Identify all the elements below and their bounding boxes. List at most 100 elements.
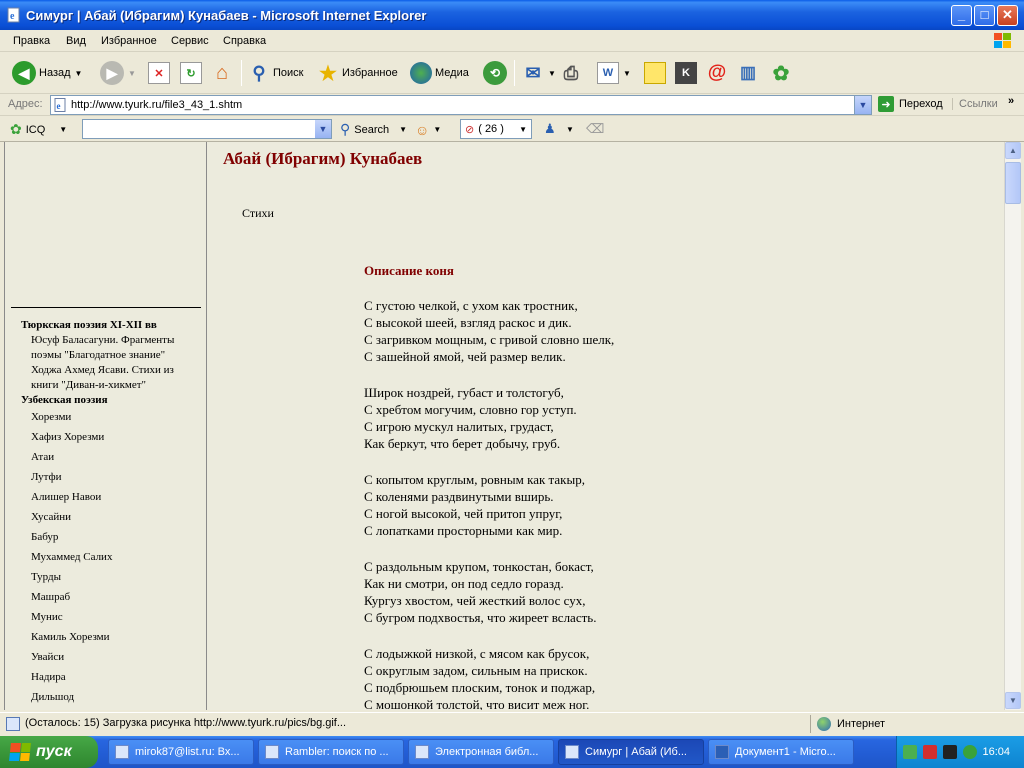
taskbar-item[interactable]: Rambler: поиск по ...: [258, 739, 404, 765]
menu-edit[interactable]: Правка: [13, 35, 50, 47]
stop-button[interactable]: ✕: [148, 58, 170, 88]
status-bar: (Осталось: 15) Загрузка рисунка http://w…: [0, 712, 1024, 734]
sidebar-item[interactable]: Турды: [31, 571, 61, 583]
favorites-button[interactable]: ★ Избранное: [317, 58, 398, 88]
smiley-dropdown-icon[interactable]: ▼: [433, 125, 441, 134]
poem-line: С ногой высокой, чей притоп упруг,: [364, 506, 563, 521]
sidebar-item[interactable]: Мухаммед Салих: [31, 551, 112, 563]
back-arrow-icon: ◀: [12, 61, 36, 85]
sidebar-item[interactable]: Хусайни: [31, 511, 71, 523]
sidebar-item[interactable]: Атаи: [31, 451, 54, 463]
print-button[interactable]: ⎙: [560, 58, 582, 88]
sidebar-section-uzbek[interactable]: Узбекская поэзия: [21, 394, 108, 406]
poem-line: С раздольным крупом, тонкостан, бокаст,: [364, 559, 594, 574]
sidebar-item[interactable]: Бабур: [31, 531, 58, 543]
eraser-icon[interactable]: ⌫: [586, 121, 604, 137]
system-tray: 16:04: [896, 736, 1024, 768]
sidebar-item[interactable]: Хафиз Хорезми: [31, 431, 104, 443]
go-button[interactable]: ➜ Переход: [878, 96, 943, 112]
sidebar-item[interactable]: Мунис: [31, 611, 63, 623]
vertical-scrollbar[interactable]: ▲ ▼: [1004, 142, 1021, 710]
scroll-up-icon[interactable]: ▲: [1005, 142, 1021, 159]
tray-network-icon[interactable]: [903, 745, 917, 759]
poem-line: С игрою мускул налитых, грудаст,: [364, 419, 554, 434]
refresh-button[interactable]: ↻: [180, 58, 202, 88]
chevron-right-icon[interactable]: »: [1008, 95, 1014, 107]
tray-app-icon[interactable]: [923, 745, 937, 759]
user-dropdown-icon[interactable]: ▼: [566, 125, 574, 134]
icq-button[interactable]: ✿ ICQ ▼: [10, 121, 67, 138]
scroll-thumb[interactable]: [1005, 162, 1021, 204]
back-button[interactable]: ◀ Назад ▼: [12, 58, 82, 88]
counter-value: ( 26 ): [478, 123, 504, 135]
research-button[interactable]: ▥: [737, 58, 759, 88]
forward-dropdown-icon[interactable]: ▼: [128, 69, 136, 78]
tray-k-icon[interactable]: [943, 745, 957, 759]
menu-favorites[interactable]: Избранное: [101, 35, 157, 47]
icq-search-dropdown-icon[interactable]: ▼: [315, 120, 331, 138]
taskbar-item[interactable]: Документ1 - Micro...: [708, 739, 854, 765]
smiley-icon[interactable]: ☺: [415, 122, 429, 138]
poem-line: С мошонкой толстой, что висит меж ног.: [364, 697, 590, 710]
media-button[interactable]: Медиа: [410, 58, 469, 88]
icq-dropdown-icon[interactable]: ▼: [59, 125, 67, 134]
sidebar-item[interactable]: Увайси: [31, 651, 64, 663]
start-button[interactable]: пуск: [0, 736, 98, 768]
links-button[interactable]: Ссылки: [952, 98, 998, 110]
user-icon[interactable]: ♟: [544, 121, 556, 137]
icq-toolbar-button[interactable]: ✿: [770, 58, 792, 88]
menu-help[interactable]: Справка: [223, 35, 266, 47]
menu-view[interactable]: Вид: [66, 35, 86, 47]
icq-search-label: Search: [354, 123, 390, 136]
icq-search-input[interactable]: ▼: [82, 119, 332, 139]
taskbar-item-label: Электронная библ...: [435, 746, 539, 758]
sidebar-item[interactable]: Дильшод: [31, 691, 74, 703]
close-button[interactable]: ✕: [997, 5, 1018, 26]
minimize-button[interactable]: _: [951, 5, 972, 26]
ie-icon: [415, 745, 429, 759]
back-dropdown-icon[interactable]: ▼: [75, 69, 83, 78]
maximize-button[interactable]: □: [974, 5, 995, 26]
mailru-button[interactable]: @: [706, 58, 728, 88]
home-button[interactable]: ⌂: [211, 58, 233, 88]
menu-tools[interactable]: Сервис: [171, 35, 209, 47]
edit-button[interactable]: W ▼: [597, 58, 631, 88]
address-input[interactable]: e http://www.tyurk.ru/file3_43_1.shtm ▼: [50, 95, 872, 115]
taskbar-item[interactable]: Электронная библ...: [408, 739, 554, 765]
poem-line: Как беркут, что берет добычу, груб.: [364, 436, 561, 451]
clock[interactable]: 16:04: [982, 746, 1010, 758]
sidebar: Тюркская поэзия XI-XII вв Юсуф Баласагун…: [5, 142, 207, 710]
at-icon: @: [707, 62, 727, 83]
sidebar-item[interactable]: Машраб: [31, 591, 70, 603]
taskbar-item-active[interactable]: Симург | Абай (Иб...: [558, 739, 704, 765]
sidebar-link-yusuf[interactable]: Юсуф Баласагуни. Фрагменты поэмы "Благод…: [31, 333, 201, 363]
edit-dropdown-icon[interactable]: ▼: [623, 69, 631, 78]
address-dropdown-icon[interactable]: ▼: [854, 96, 871, 114]
scroll-down-icon[interactable]: ▼: [1005, 692, 1021, 709]
k-button[interactable]: K: [675, 58, 697, 88]
research-icon: ▥: [739, 63, 757, 82]
go-arrow-icon: ➜: [878, 96, 894, 112]
popup-counter[interactable]: ⊘ ( 26 ) ▼: [460, 119, 532, 139]
tray-icq-icon[interactable]: [963, 745, 977, 759]
sidebar-item[interactable]: Надира: [31, 671, 66, 683]
mail-button[interactable]: ✉ ▼: [522, 58, 556, 88]
poem-line: С высокой шеей, взгляд раскос и дик.: [364, 315, 572, 330]
forward-button[interactable]: ▶ ▼: [100, 58, 136, 88]
sidebar-section-turkic[interactable]: Тюркская поэзия XI-XII вв: [21, 319, 157, 331]
sidebar-link-yasavi[interactable]: Ходжа Ахмед Ясави. Стихи из книги "Диван…: [31, 363, 201, 393]
sidebar-item[interactable]: Лутфи: [31, 471, 62, 483]
loading-page-icon: [6, 717, 20, 731]
browser-viewport: Тюркская поэзия XI-XII вв Юсуф Баласагун…: [4, 142, 1004, 710]
icq-search-button[interactable]: ⚲ Search ▼ ☺ ▼: [340, 121, 441, 138]
mail-dropdown-icon[interactable]: ▼: [548, 69, 556, 78]
sidebar-item[interactable]: Камиль Хорезми: [31, 631, 109, 643]
history-button[interactable]: ⟲: [483, 58, 507, 88]
search-dropdown-icon[interactable]: ▼: [399, 125, 407, 134]
counter-dropdown-icon[interactable]: ▼: [519, 125, 527, 134]
notes-button[interactable]: [644, 58, 666, 88]
search-button[interactable]: ⚲ Поиск: [248, 58, 303, 88]
taskbar-item[interactable]: mirok87@list.ru: Вх...: [108, 739, 254, 765]
sidebar-item[interactable]: Алишер Навои: [31, 491, 101, 503]
sidebar-item[interactable]: Хорезми: [31, 411, 71, 423]
